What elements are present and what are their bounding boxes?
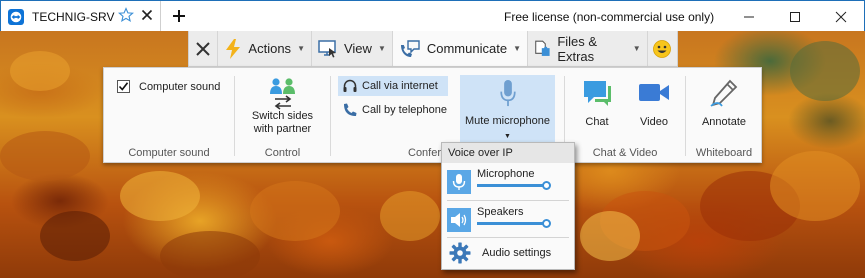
gear-icon bbox=[449, 242, 471, 264]
video-button[interactable]: Video bbox=[631, 78, 677, 129]
maximize-icon bbox=[790, 11, 800, 22]
phone-chat-icon bbox=[400, 39, 420, 57]
license-text: Free license (non-commercial use only) bbox=[504, 10, 715, 24]
mute-microphone-label: Mute microphone bbox=[465, 115, 550, 127]
mute-microphone-button[interactable]: Mute microphone ▼ bbox=[460, 75, 555, 143]
pen-annotate-icon bbox=[710, 79, 738, 107]
new-tab-icon[interactable] bbox=[171, 8, 187, 24]
communicate-ribbon: Computer sound Computer sound Switch sid… bbox=[103, 67, 762, 163]
minimize-icon bbox=[744, 16, 754, 17]
call-via-internet-button[interactable]: Call via internet bbox=[338, 76, 448, 96]
call-by-telephone-label: Call by telephone bbox=[362, 104, 448, 116]
minimize-button[interactable] bbox=[726, 1, 772, 32]
audio-settings-label: Audio settings bbox=[482, 247, 552, 259]
microphone-volume-slider[interactable] bbox=[477, 181, 551, 190]
smiley-icon bbox=[653, 39, 672, 58]
session-toolbar: Actions ▼ View ▼ Communicate ▼ Files & E… bbox=[188, 31, 678, 67]
close-session-button[interactable] bbox=[189, 31, 219, 66]
files-extras-label: Files & Extras bbox=[557, 33, 598, 64]
communicate-label: Communicate bbox=[426, 41, 508, 56]
tab-close-icon[interactable] bbox=[141, 9, 153, 21]
view-menu[interactable]: View ▼ bbox=[312, 31, 393, 66]
communicate-menu[interactable]: Communicate ▼ bbox=[392, 31, 528, 66]
dropdown-divider bbox=[447, 237, 569, 238]
computer-sound-label: Computer sound bbox=[139, 81, 221, 93]
title-bar: TECHNIG-SRV Free license (non-commercial… bbox=[0, 0, 865, 32]
chevron-down-icon: ▼ bbox=[377, 44, 386, 53]
microphone-icon bbox=[447, 170, 471, 194]
voip-dropdown: Voice over IP Microphone Speakers Audio … bbox=[441, 142, 575, 270]
session-tab[interactable]: TECHNIG-SRV bbox=[1, 1, 161, 32]
computer-sound-group: Computer sound Computer sound bbox=[104, 68, 234, 164]
annotate-label: Annotate bbox=[701, 116, 747, 128]
lightning-icon bbox=[226, 38, 241, 59]
switch-sides-button[interactable]: Switch sides with partner bbox=[245, 76, 320, 136]
tab-title: TECHNIG-SRV bbox=[32, 9, 115, 24]
speaker-icon bbox=[447, 208, 471, 232]
annotate-button[interactable]: Annotate bbox=[696, 78, 752, 129]
switch-sides-label-1: Switch sides bbox=[251, 110, 314, 122]
window-close-icon bbox=[835, 11, 847, 22]
close-icon bbox=[196, 41, 210, 56]
view-label: View bbox=[343, 41, 372, 56]
speakers-volume-slider[interactable] bbox=[477, 219, 551, 228]
files-extras-menu[interactable]: Files & Extras ▼ bbox=[528, 31, 648, 66]
voip-header: Voice over IP bbox=[442, 143, 574, 163]
monitor-icon bbox=[318, 39, 336, 57]
switch-sides-icon bbox=[269, 78, 295, 110]
audio-settings-item[interactable]: Audio settings bbox=[447, 240, 571, 268]
dropdown-divider bbox=[447, 200, 569, 201]
speakers-row: Speakers bbox=[447, 205, 571, 237]
switch-sides-label-2: with partner bbox=[253, 123, 312, 135]
microphone-label: Microphone bbox=[477, 168, 535, 180]
teamviewer-logo-icon bbox=[8, 8, 24, 25]
maximize-button[interactable] bbox=[772, 1, 818, 32]
speakers-label: Speakers bbox=[477, 206, 524, 218]
actions-label: Actions bbox=[248, 41, 292, 56]
call-by-telephone-button[interactable]: Call by telephone bbox=[342, 100, 447, 120]
check-icon bbox=[118, 82, 129, 91]
window-close-button[interactable] bbox=[818, 1, 864, 32]
chevron-down-icon: ▼ bbox=[297, 44, 305, 53]
telephone-icon bbox=[344, 103, 357, 116]
video-camera-icon bbox=[639, 84, 669, 101]
actions-menu[interactable]: Actions ▼ bbox=[218, 31, 312, 66]
whiteboard-group: Annotate Whiteboard bbox=[686, 68, 762, 164]
chat-label: Chat bbox=[585, 116, 609, 128]
microphone-icon bbox=[499, 79, 516, 107]
whiteboard-group-label: Whiteboard bbox=[695, 147, 753, 159]
headset-icon bbox=[343, 79, 357, 92]
computer-sound-group-label: Computer sound bbox=[128, 147, 210, 159]
video-label: Video bbox=[640, 116, 668, 128]
microphone-volume-thumb[interactable] bbox=[542, 181, 551, 190]
microphone-volume-fill bbox=[477, 184, 547, 187]
control-group: Switch sides with partner Control bbox=[235, 68, 330, 164]
speakers-volume-fill bbox=[477, 222, 547, 225]
call-via-internet-label: Call via internet bbox=[362, 80, 438, 92]
chat-video-group-label: Chat & Video bbox=[592, 147, 658, 159]
feedback-button[interactable] bbox=[648, 31, 677, 66]
chat-video-group: Chat Video Chat & Video bbox=[565, 68, 685, 164]
chat-button[interactable]: Chat bbox=[577, 78, 617, 129]
chat-bubble-icon bbox=[584, 81, 611, 106]
control-group-label: Control bbox=[264, 147, 301, 159]
computer-sound-checkbox[interactable] bbox=[117, 80, 130, 93]
microphone-row: Microphone bbox=[447, 167, 571, 199]
favorite-star-icon[interactable] bbox=[118, 7, 134, 23]
chevron-down-icon: ▼ bbox=[513, 44, 521, 53]
speakers-volume-thumb[interactable] bbox=[542, 219, 551, 228]
file-puzzle-icon bbox=[535, 40, 550, 56]
chevron-down-icon: ▼ bbox=[632, 44, 641, 53]
